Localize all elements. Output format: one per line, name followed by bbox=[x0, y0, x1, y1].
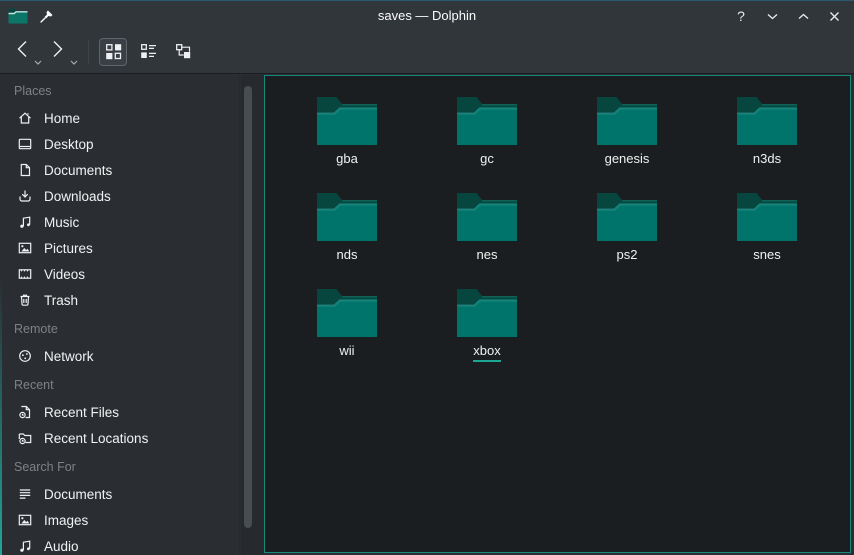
sidebar-item-label: Audio bbox=[44, 539, 79, 554]
folder-icon bbox=[736, 96, 798, 146]
document-icon bbox=[17, 162, 33, 178]
compact-view-button[interactable] bbox=[134, 38, 162, 66]
section-label-places: Places bbox=[0, 75, 239, 105]
folder-label: nds bbox=[337, 247, 358, 263]
folder-item-nes[interactable]: nes bbox=[417, 190, 557, 286]
film-icon bbox=[17, 266, 33, 282]
home-icon bbox=[17, 110, 33, 126]
forward-button[interactable] bbox=[52, 40, 74, 64]
toolbar: Home retrodeck saves Split bbox=[0, 30, 854, 74]
back-button[interactable] bbox=[16, 40, 38, 64]
folder-label: nes bbox=[477, 247, 498, 263]
sidebar-item-music[interactable]: Music bbox=[0, 209, 239, 235]
sidebar-item-label: Pictures bbox=[44, 241, 93, 256]
sidebar-item-label: Desktop bbox=[44, 137, 94, 152]
folder-label: n3ds bbox=[753, 151, 781, 167]
folder-grid: gba gc genesis n3ds nds nes ps2 snes wii xbox bbox=[265, 76, 850, 382]
recent-folder-icon bbox=[17, 430, 33, 446]
image-icon bbox=[17, 240, 33, 256]
sidebar-item-recent-locations[interactable]: Recent Locations bbox=[0, 425, 239, 451]
recent-file-icon bbox=[17, 404, 33, 420]
folder-icon bbox=[456, 192, 518, 242]
folder-label: xbox bbox=[473, 343, 500, 362]
folder-icon bbox=[596, 192, 658, 242]
sidebar-item-audio[interactable]: Audio bbox=[0, 533, 239, 555]
maximize-button[interactable] bbox=[795, 8, 811, 24]
download-icon bbox=[17, 188, 33, 204]
sidebar-item-label: Home bbox=[44, 111, 80, 126]
sidebar-item-label: Documents bbox=[44, 163, 112, 178]
sidebar-item-label: Images bbox=[44, 513, 88, 528]
sidebar-item-home[interactable]: Home bbox=[0, 105, 239, 131]
folder-item-xbox[interactable]: xbox bbox=[417, 286, 557, 382]
folder-item-gba[interactable]: gba bbox=[277, 94, 417, 190]
sidebar-scrollbar[interactable] bbox=[244, 86, 252, 528]
section-label-remote: Remote bbox=[0, 313, 239, 343]
folder-item-nds[interactable]: nds bbox=[277, 190, 417, 286]
sidebar-item-label: Downloads bbox=[44, 189, 111, 204]
folder-item-ps2[interactable]: ps2 bbox=[557, 190, 697, 286]
folder-label: wii bbox=[339, 343, 354, 359]
folder-item-gc[interactable]: gc bbox=[417, 94, 557, 190]
folder-icon bbox=[456, 288, 518, 338]
places-panel: Places Home Desktop Documents Downloads Music… bbox=[0, 75, 240, 555]
toolbar-separator bbox=[88, 40, 89, 64]
titlebar: saves — Dolphin ? bbox=[0, 0, 854, 30]
help-button[interactable]: ? bbox=[733, 8, 749, 24]
close-button[interactable] bbox=[826, 8, 842, 24]
folder-item-genesis[interactable]: genesis bbox=[557, 94, 697, 190]
folder-icon bbox=[316, 192, 378, 242]
details-tree-view-icon bbox=[175, 43, 192, 60]
sidebar-item-videos[interactable]: Videos bbox=[0, 261, 239, 287]
folder-label: ps2 bbox=[617, 247, 638, 263]
minimize-button[interactable] bbox=[764, 8, 780, 24]
folder-label: gba bbox=[336, 151, 358, 167]
folder-icon bbox=[316, 96, 378, 146]
folder-icon bbox=[596, 96, 658, 146]
image-icon bbox=[17, 512, 33, 528]
sidebar-item-label: Music bbox=[44, 215, 79, 230]
sidebar-item-label: Documents bbox=[44, 487, 112, 502]
sidebar-item-images[interactable]: Images bbox=[0, 507, 239, 533]
sidebar-item-documents[interactable]: Documents bbox=[0, 157, 239, 183]
sidebar-item-recent-files[interactable]: Recent Files bbox=[0, 399, 239, 425]
icons-view-icon bbox=[105, 43, 122, 60]
window-title: saves — Dolphin bbox=[0, 1, 854, 31]
sidebar-item-pictures[interactable]: Pictures bbox=[0, 235, 239, 261]
sidebar-item-desktop[interactable]: Desktop bbox=[0, 131, 239, 157]
folder-view[interactable]: gba gc genesis n3ds nds nes ps2 snes wii xbox bbox=[264, 75, 851, 553]
sidebar-item-documents[interactable]: Documents bbox=[0, 481, 239, 507]
sidebar-item-trash[interactable]: Trash bbox=[0, 287, 239, 313]
desktop-icon bbox=[17, 136, 33, 152]
folder-label: snes bbox=[753, 247, 780, 263]
folder-item-snes[interactable]: snes bbox=[697, 190, 837, 286]
section-label-recent: Recent bbox=[0, 369, 239, 399]
sidebar-item-label: Network bbox=[44, 349, 94, 364]
folder-icon bbox=[736, 192, 798, 242]
sidebar-item-label: Trash bbox=[44, 293, 78, 308]
folder-icon bbox=[456, 96, 518, 146]
compact-view-icon bbox=[140, 43, 157, 60]
icons-view-button[interactable] bbox=[99, 38, 127, 66]
sidebar-item-label: Recent Locations bbox=[44, 431, 148, 446]
music-note-icon bbox=[17, 538, 33, 554]
sidebar-item-label: Videos bbox=[44, 267, 85, 282]
text-lines-icon bbox=[17, 486, 33, 502]
back-history-caret-icon[interactable] bbox=[34, 60, 42, 65]
network-icon bbox=[17, 348, 33, 364]
sidebar-item-network[interactable]: Network bbox=[0, 343, 239, 369]
sidebar-item-label: Recent Files bbox=[44, 405, 119, 420]
sidebar-sections: Places Home Desktop Documents Downloads Music… bbox=[0, 75, 239, 555]
folder-item-n3ds[interactable]: n3ds bbox=[697, 94, 837, 190]
folder-label: gc bbox=[480, 151, 494, 167]
sidebar-item-downloads[interactable]: Downloads bbox=[0, 183, 239, 209]
folder-label: genesis bbox=[605, 151, 650, 167]
forward-history-caret-icon[interactable] bbox=[70, 60, 78, 65]
trash-icon bbox=[17, 292, 33, 308]
folder-icon bbox=[316, 288, 378, 338]
section-label-search-for: Search For bbox=[0, 451, 239, 481]
music-note-icon bbox=[17, 214, 33, 230]
folder-item-wii[interactable]: wii bbox=[277, 286, 417, 382]
details-view-button[interactable] bbox=[169, 38, 197, 66]
